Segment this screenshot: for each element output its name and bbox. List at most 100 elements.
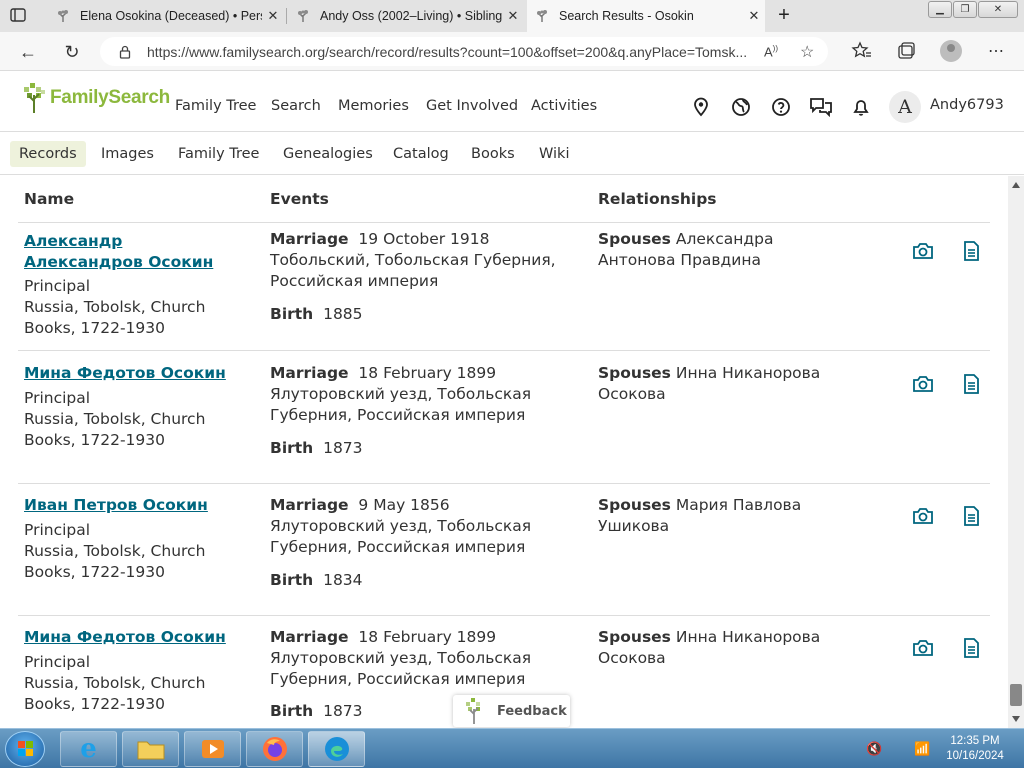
taskbar-file-explorer[interactable]	[122, 731, 179, 767]
username-label[interactable]: Andy6793	[930, 97, 1004, 113]
nav-get-involved[interactable]: Get Involved	[426, 98, 518, 114]
event-birth: Birth 1834	[270, 571, 363, 589]
taskbar-firefox[interactable]	[246, 731, 303, 767]
relationship-spouses: Spouses Инна Никанорова Осокова	[598, 628, 821, 667]
person-name-link[interactable]: Александр Александров Осокин	[24, 231, 244, 273]
close-tab-icon[interactable]: ✕	[502, 8, 524, 24]
nav-memories[interactable]: Memories	[338, 98, 409, 114]
person-name-link[interactable]: Мина Федотов Осокин	[24, 627, 244, 648]
familysearch-tree-icon	[56, 9, 70, 23]
taskbar-edge[interactable]	[308, 731, 365, 767]
nav-search[interactable]: Search	[271, 98, 321, 114]
subnav-images[interactable]: Images	[92, 141, 163, 167]
back-arrow-icon[interactable]: ←	[16, 40, 40, 64]
folder-icon	[137, 741, 164, 760]
subnav-wiki[interactable]: Wiki	[530, 141, 578, 167]
nav-activities[interactable]: Activities	[531, 98, 597, 114]
site-header: FamilySearch Family Tree Search Memories…	[0, 71, 1024, 132]
relationship-spouses: Spouses Александра Антонова Правдина	[598, 230, 774, 269]
tab-elena-osokina[interactable]: Elena Osokina (Deceased) • Perso ✕	[48, 0, 284, 32]
collections-icon[interactable]	[894, 40, 918, 62]
close-window-button[interactable]: ✕	[978, 1, 1018, 18]
column-header-events: Events	[270, 190, 329, 208]
system-clock[interactable]: 12:35 PM 10/16/2024	[940, 734, 1010, 764]
table-row: Александр Александров Осокин Principal R…	[18, 223, 990, 351]
camera-icon[interactable]	[912, 505, 934, 527]
edge-icon	[324, 737, 349, 761]
taskbar-media-player[interactable]	[184, 731, 241, 767]
start-button[interactable]	[5, 731, 45, 767]
camera-icon[interactable]	[912, 637, 934, 659]
new-tab-button[interactable]: +	[773, 3, 795, 27]
tab-andy-oss[interactable]: Andy Oss (2002–Living) • Sibling ✕	[288, 0, 524, 32]
subnav-family-tree[interactable]: Family Tree	[169, 141, 268, 167]
favorites-icon[interactable]	[850, 40, 874, 62]
familysearch-logo[interactable]: FamilySearch	[22, 81, 170, 115]
more-menu-icon[interactable]: ⋯	[984, 40, 1008, 64]
feedback-label: Feedback	[497, 703, 567, 719]
browser-tab-bar: Elena Osokina (Deceased) • Perso ✕ Andy …	[0, 0, 1024, 32]
globe-icon[interactable]	[731, 97, 751, 117]
subnav-books[interactable]: Books	[462, 141, 524, 167]
scroll-thumb[interactable]	[1010, 684, 1022, 706]
feedback-button[interactable]: Feedback	[453, 695, 570, 727]
tab-actions-icon[interactable]	[10, 8, 26, 22]
close-tab-icon[interactable]: ✕	[262, 8, 284, 24]
table-row: Иван Петров Осокин Principal Russia, Tob…	[18, 485, 990, 616]
close-tab-icon[interactable]: ✕	[743, 8, 765, 24]
column-header-relationships: Relationships	[598, 190, 717, 208]
document-icon[interactable]	[960, 505, 982, 527]
family-tree-logo-icon	[24, 83, 45, 113]
maximize-button[interactable]: ❐	[953, 1, 977, 18]
minimize-button[interactable]: ▁	[928, 1, 952, 18]
tab-separator	[286, 8, 287, 24]
scroll-up-arrow-icon[interactable]	[1012, 182, 1020, 188]
taskbar-internet-explorer[interactable]: e	[60, 731, 117, 767]
nav-family-tree[interactable]: Family Tree	[175, 98, 256, 114]
role-text: Principal	[24, 277, 91, 295]
user-avatar[interactable]: A	[889, 91, 921, 123]
role-text: Principal	[24, 521, 91, 539]
event-birth: Birth 1885	[270, 305, 363, 323]
person-name-link[interactable]: Мина Федотов Осокин	[24, 363, 244, 384]
document-icon[interactable]	[960, 637, 982, 659]
url-bar[interactable]: https://www.familysearch.org/search/reco…	[100, 37, 828, 66]
document-icon[interactable]	[960, 373, 982, 395]
feedback-tree-icon	[466, 698, 480, 724]
tab-search-results[interactable]: Search Results - Osokin ✕	[527, 0, 765, 32]
vertical-scrollbar[interactable]	[1008, 176, 1024, 728]
url-text[interactable]: https://www.familysearch.org/search/reco…	[147, 44, 757, 60]
role-text: Principal	[24, 389, 91, 407]
camera-icon[interactable]	[912, 373, 934, 395]
event-marriage: Marriage 18 February 1899 Ялуторовский уе…	[270, 628, 532, 688]
familysearch-tree-icon	[296, 9, 310, 23]
messages-icon[interactable]	[809, 97, 833, 117]
windows-taskbar: e 🔇 📶 12:35 PM 10/16/2024	[0, 728, 1024, 768]
person-name-link[interactable]: Иван Петров Осокин	[24, 495, 244, 516]
document-icon[interactable]	[960, 240, 982, 262]
add-favorite-icon[interactable]: ☆	[800, 42, 814, 62]
scroll-down-arrow-icon[interactable]	[1012, 716, 1020, 722]
relationship-spouses: Spouses Инна Никанорова Осокова	[598, 364, 821, 403]
collection-text: Russia, Tobolsk, Church Books, 1722-1930	[24, 542, 206, 581]
event-marriage: Marriage 18 February 1899 Ялуторовский уе…	[270, 364, 532, 424]
lock-icon[interactable]	[118, 45, 132, 59]
subnav-records[interactable]: Records	[10, 141, 86, 167]
subnav-catalog[interactable]: Catalog	[384, 141, 458, 167]
volume-icon[interactable]: 📶	[914, 741, 930, 757]
location-pin-icon[interactable]	[691, 97, 711, 117]
camera-icon[interactable]	[912, 240, 934, 262]
browser-profile-avatar[interactable]	[940, 40, 962, 62]
event-marriage: Marriage 9 May 1856 Ялуторовский уезд, То…	[270, 496, 532, 556]
relationship-spouses: Spouses Мария Павлова Ушикова	[598, 496, 802, 535]
network-status-icon[interactable]: 🔇	[866, 741, 882, 757]
search-subnav: Records Images Family Tree Genealogies C…	[0, 132, 1024, 175]
read-aloud-icon[interactable]: A))	[764, 44, 778, 59]
event-marriage: Marriage 19 October 1918 Тобольский, Тобо…	[270, 230, 556, 290]
collection-text: Russia, Tobolsk, Church Books, 1722-1930	[24, 410, 206, 449]
reload-icon[interactable]: ↻	[60, 40, 84, 64]
notifications-bell-icon[interactable]	[851, 97, 871, 117]
subnav-genealogies[interactable]: Genealogies	[274, 141, 382, 167]
role-text: Principal	[24, 653, 91, 671]
help-icon[interactable]	[771, 97, 791, 117]
